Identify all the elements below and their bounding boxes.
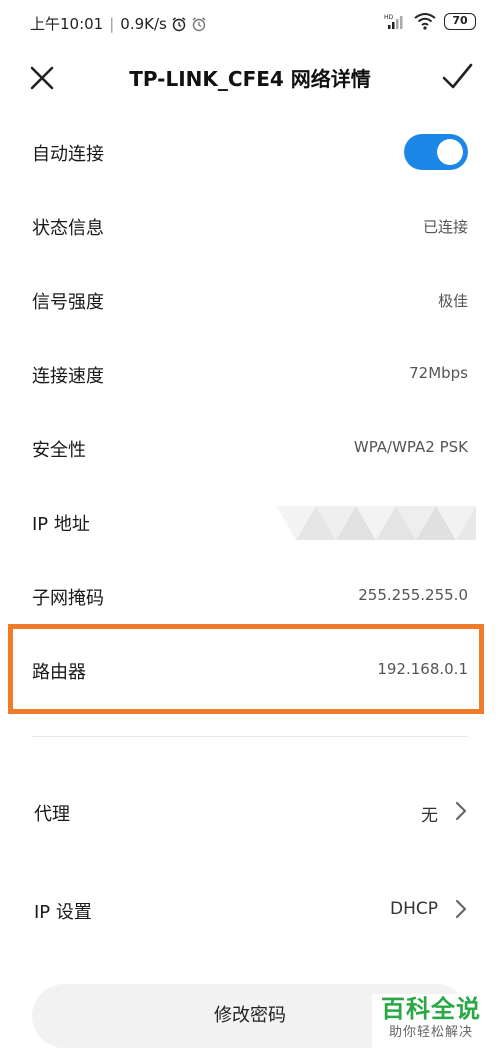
row-label: 连接速度 [32,366,104,387]
row-security: 安全性 WPA/WPA2 PSK [0,410,500,484]
watermark-subtitle: 助你轻松解决 [388,1025,473,1040]
status-left: 上午10:01 | 0.9K/s [30,13,207,34]
alarm-clock-icon [172,16,186,31]
row-ip-address: IP 地址 [0,484,500,558]
row-subnet-mask: 子网掩码 255.255.255.0 [0,558,500,632]
status-separator: | [109,14,115,33]
row-auto-connect: 自动连接 [0,114,500,188]
status-right: HD 70 [384,12,476,30]
clock-icon [192,16,206,31]
row-label: 自动连接 [32,144,104,165]
row-value: WPA/WPA2 PSK [353,438,468,456]
watermark-title: 百科全说 [381,995,481,1023]
chevron-right-icon [455,801,467,821]
row-label: 安全性 [32,440,86,461]
ip-mosaic-mask [276,506,476,540]
row-label: 子网掩码 [32,588,104,609]
auto-connect-toggle[interactable] [404,134,468,170]
status-speed: 0.9K/s [120,14,167,33]
nav-row-proxy[interactable]: 代理 无 [0,772,500,852]
router-highlight-box [8,624,484,714]
row-signal-strength: 信号强度 极佳 [0,262,500,336]
row-value: 255.255.255.0 [358,586,468,604]
row-value: 无 [421,806,438,826]
signal-hd-icon: HD [384,14,403,29]
nav-row-ip-settings[interactable]: IP 设置 DHCP [0,870,500,950]
page-title: TP-LINK_CFE4 网络详情 [129,67,371,91]
row-label: 状态信息 [32,218,104,239]
row-label: IP 设置 [34,902,92,923]
chevron-right-icon [455,899,467,919]
row-value: 极佳 [437,292,468,310]
row-status: 状态信息 已连接 [0,188,500,262]
section-divider [32,736,468,737]
toggle-knob [437,139,463,165]
row-label: 信号强度 [32,292,104,313]
row-value: DHCP [390,899,438,919]
row-value: 72Mbps [409,364,468,382]
battery-icon: 70 [444,12,476,30]
wifi-icon [414,13,436,30]
row-label: IP 地址 [32,514,90,535]
check-icon[interactable] [440,60,474,94]
row-value: 已连接 [422,218,468,236]
status-time: 上午10:01 [30,15,104,33]
row-link-speed: 连接速度 72Mbps [0,336,500,410]
svg-text:HD: HD [384,14,394,21]
watermark: 百科全说 助你轻松解决 [372,994,490,1050]
title-bar: TP-LINK_CFE4 网络详情 [0,50,500,104]
row-label: 代理 [34,804,70,825]
status-bar: 上午10:01 | 0.9K/s HD 70 [0,0,500,46]
